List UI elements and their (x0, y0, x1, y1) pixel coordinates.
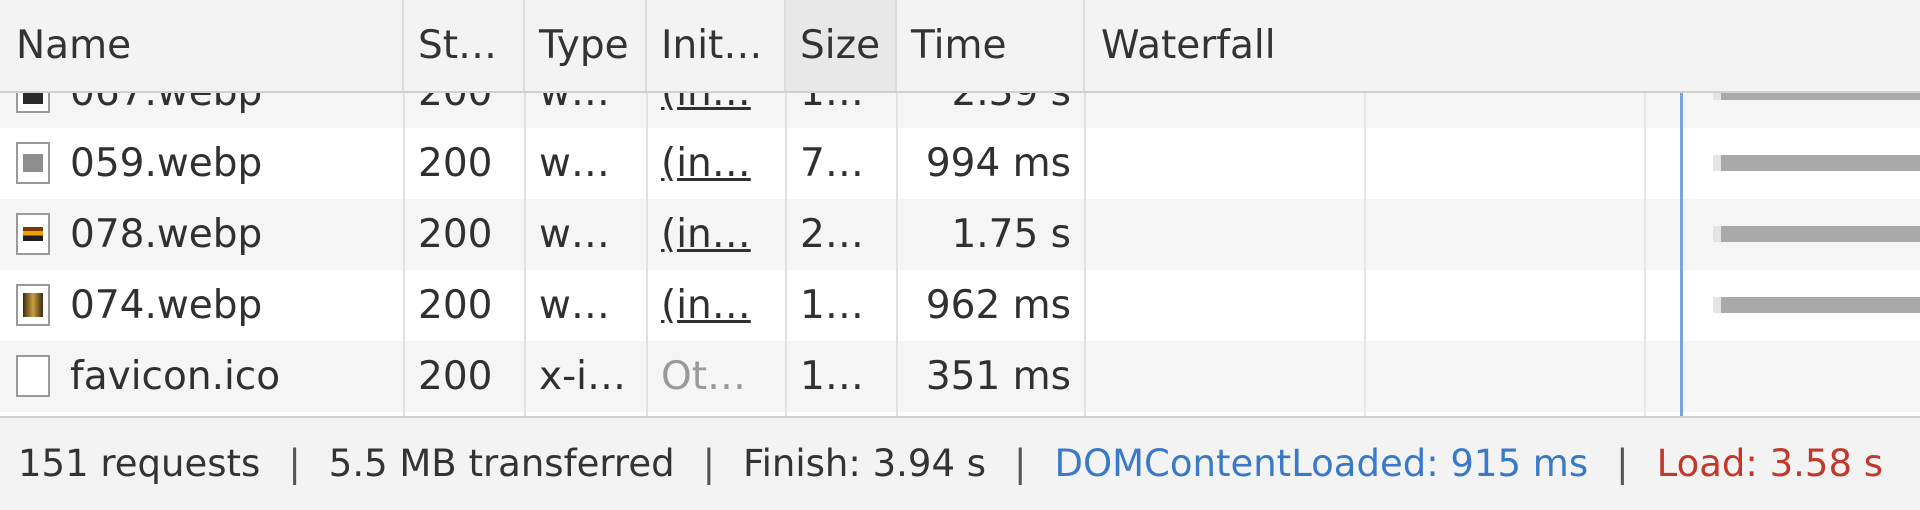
request-name-cell: 059.webp (0, 128, 404, 199)
size-cell: 1… (786, 93, 897, 128)
initiator-cell: (in… (647, 270, 786, 341)
initiator-link[interactable]: (in… (661, 141, 751, 186)
request-name-cell: 067.webp (0, 93, 404, 128)
request-name-cell: favicon.ico (0, 341, 404, 412)
table-row[interactable]: 067.webp 200 w… (in… 1… 2.39 s (0, 93, 1920, 128)
table-row[interactable]: favicon.ico 200 x-i… Ot… 1… 351 ms (0, 341, 1920, 412)
type-cell: w… (525, 93, 647, 128)
initiator-link[interactable]: (in… (661, 93, 751, 115)
summary-separator: | (288, 442, 301, 485)
finish-time: Finish: 3.94 s (743, 442, 987, 485)
time-cell: 351 ms (925, 354, 1071, 399)
waterfall-gridline (1644, 93, 1646, 416)
request-name: favicon.ico (70, 354, 281, 399)
status-cell: 200 (418, 354, 493, 399)
request-name: 078.webp (70, 212, 263, 257)
size-cell: 2… (800, 212, 864, 257)
column-header-initiator[interactable]: Init… (647, 0, 786, 91)
time-cell: 2.39 s (897, 93, 1085, 128)
type-cell: x-i… (539, 354, 626, 399)
network-summary-bar: 151 requests | 5.5 MB transferred | Finish: … (0, 416, 1920, 510)
request-name: 059.webp (70, 141, 263, 186)
image-file-dark-icon (16, 93, 50, 113)
image-file-sunset-icon (16, 212, 50, 255)
dom-content-loaded-marker (1680, 93, 1683, 416)
initiator-cell: Ot… (647, 341, 786, 412)
column-divider[interactable] (896, 93, 898, 416)
load-time: Load: 3.58 s (1656, 442, 1884, 485)
request-name-cell: 078.webp (0, 199, 404, 270)
dom-content-loaded-time: DOMContentLoaded: 915 ms (1054, 442, 1589, 485)
initiator-cell: (in… (647, 199, 786, 270)
time-cell: 962 ms (925, 283, 1071, 328)
waterfall-gridline (1364, 93, 1366, 416)
type-cell: w… (539, 141, 610, 186)
request-table-header: Name St… Type Init… Size Time Waterfall (0, 0, 1920, 93)
initiator-link[interactable]: (in… (661, 212, 751, 257)
column-divider[interactable] (403, 93, 405, 416)
column-header-status[interactable]: St… (404, 0, 525, 91)
initiator-text: Ot… (661, 354, 746, 399)
summary-separator: | (1014, 442, 1027, 485)
initiator-link[interactable]: (in… (661, 283, 751, 328)
network-panel: Name St… Type Init… Size Time Waterfall … (0, 0, 1920, 510)
type-cell: w… (539, 212, 610, 257)
request-name-cell: 074.webp (0, 270, 404, 341)
table-row[interactable]: 059.webp 200 w… (in… 7… 994 ms (0, 128, 1920, 199)
request-name: 067.webp (70, 93, 262, 115)
time-cell: 994 ms (925, 141, 1071, 186)
waterfall-bar (1713, 93, 1920, 100)
size-cell: 1… (800, 354, 864, 399)
initiator-cell: (in… (647, 128, 786, 199)
column-header-name[interactable]: Name (0, 0, 404, 91)
type-cell: w… (539, 283, 610, 328)
transferred-size: 5.5 MB transferred (328, 442, 675, 485)
summary-separator: | (702, 442, 716, 485)
initiator-cell: (in… (647, 93, 786, 128)
column-header-time[interactable]: Time (897, 0, 1085, 91)
column-divider[interactable] (1084, 93, 1086, 416)
column-header-waterfall[interactable]: Waterfall (1085, 0, 1920, 91)
column-divider[interactable] (524, 93, 526, 416)
waterfall-bar (1713, 155, 1920, 171)
table-row[interactable]: 078.webp 200 w… (in… 2… 1.75 s (0, 199, 1920, 270)
table-row[interactable]: 074.webp 200 w… (in… 1… 962 ms (0, 270, 1920, 341)
column-divider[interactable] (785, 93, 787, 416)
request-count: 151 requests (18, 442, 261, 485)
request-table-body: 067.webp 200 w… (in… 1… 2.39 s 059.webp … (0, 93, 1920, 416)
status-cell: 200 (418, 283, 493, 328)
size-cell: 7… (800, 141, 864, 186)
column-header-size[interactable]: Size (786, 0, 897, 91)
blank-file-icon (16, 354, 50, 397)
summary-separator: | (1616, 442, 1629, 485)
status-cell: 200 (418, 212, 493, 257)
waterfall-bar (1713, 297, 1920, 313)
image-file-gold-icon (16, 283, 50, 326)
status-cell: 200 (404, 93, 525, 128)
status-cell: 200 (418, 141, 493, 186)
column-divider[interactable] (646, 93, 648, 416)
waterfall-bar (1713, 226, 1920, 242)
image-file-gray-icon (16, 141, 50, 184)
column-header-type[interactable]: Type (525, 0, 647, 91)
time-cell: 1.75 s (951, 212, 1071, 257)
size-cell: 1… (800, 283, 864, 328)
request-name: 074.webp (70, 283, 263, 328)
